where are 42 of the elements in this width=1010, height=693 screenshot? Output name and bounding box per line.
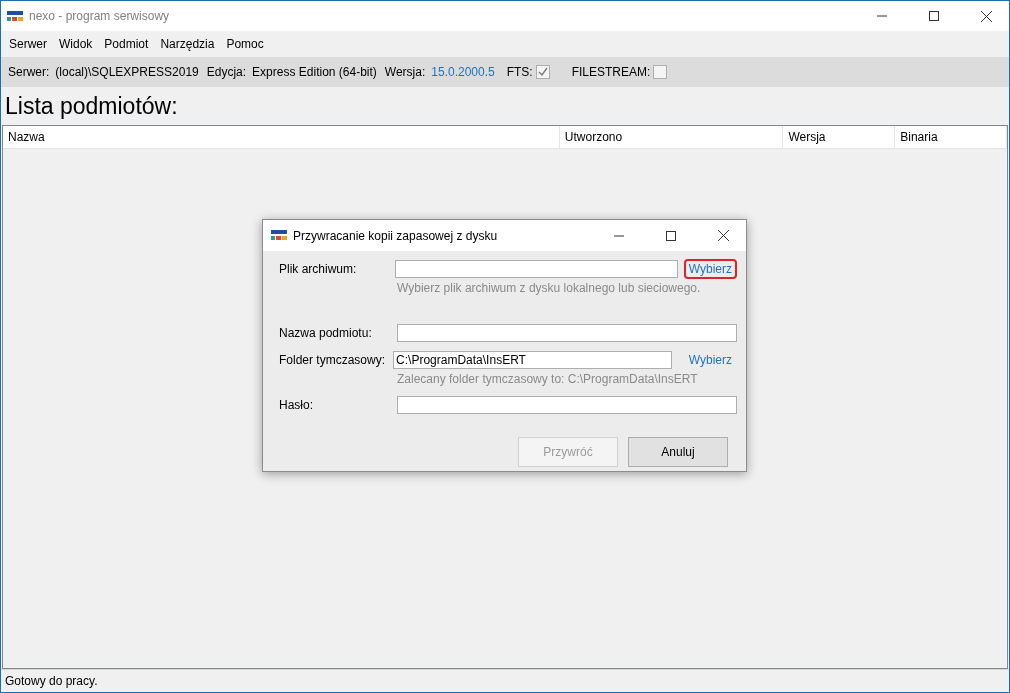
menu-item[interactable]: Narzędzia	[154, 37, 221, 51]
field-label: Nazwa podmiotu:	[279, 326, 373, 340]
field-label: Folder tymczasowy:	[279, 353, 387, 367]
field-label: Plik archiwum:	[279, 262, 358, 276]
logo-icon	[7, 10, 23, 22]
dialog-title: Przywracanie kopii zapasowej z dysku	[293, 228, 499, 243]
input-field[interactable]	[394, 260, 678, 278]
input-field[interactable]: C:\ProgramData\InsERT	[393, 351, 672, 369]
column-header[interactable]: Binaria	[895, 126, 1007, 148]
info-label: FTS:	[506, 65, 533, 79]
choose-link[interactable]: Wybierz	[683, 259, 737, 279]
info-label: Serwer:	[8, 65, 50, 79]
logo-icon	[271, 230, 287, 241]
info-value: 15.0.2000.5	[431, 65, 495, 79]
dialog-button[interactable]: Anuluj	[628, 437, 728, 467]
column-header[interactable]: Nazwa	[3, 126, 560, 148]
menu-item[interactable]: Widok	[53, 37, 99, 51]
info-label: Edycja:	[206, 65, 247, 79]
input-field[interactable]	[396, 324, 737, 342]
maximize-icon[interactable]	[666, 230, 676, 241]
checkbox[interactable]	[653, 65, 668, 79]
maximize-icon[interactable]	[929, 11, 939, 21]
choose-link[interactable]: Wybierz	[683, 350, 737, 370]
input-field[interactable]	[396, 396, 737, 414]
column-header[interactable]: Utworzono	[559, 126, 784, 148]
hint-text: Zalecany folder tymczasowy to: C:\ProgramData\InsERT	[397, 371, 699, 388]
info-value: Express Edition (64-bit)	[252, 65, 377, 79]
window-title: nexo - program serwisowy	[29, 9, 171, 23]
info-label: FILESTREAM:	[571, 65, 651, 79]
status-text: Gotowy do pracy.	[1, 669, 1009, 692]
menu-item[interactable]: Pomoc	[220, 37, 270, 51]
menu-item[interactable]: Serwer	[3, 37, 53, 51]
close-icon[interactable]	[717, 230, 729, 241]
column-header[interactable]: Wersja	[783, 126, 896, 148]
menu-item[interactable]: Podmiot	[98, 37, 155, 51]
checkbox[interactable]	[535, 65, 550, 79]
close-icon[interactable]	[980, 10, 992, 22]
field-label: Hasło:	[279, 398, 314, 412]
hint-text: Wybierz plik archiwum z dysku lokalnego lub sieciowego.	[397, 280, 702, 297]
page-heading: Lista podmiotów:	[4, 92, 179, 121]
info-value: (local)\SQLEXPRESS2019	[55, 65, 199, 79]
info-label: Wersja:	[384, 65, 426, 79]
